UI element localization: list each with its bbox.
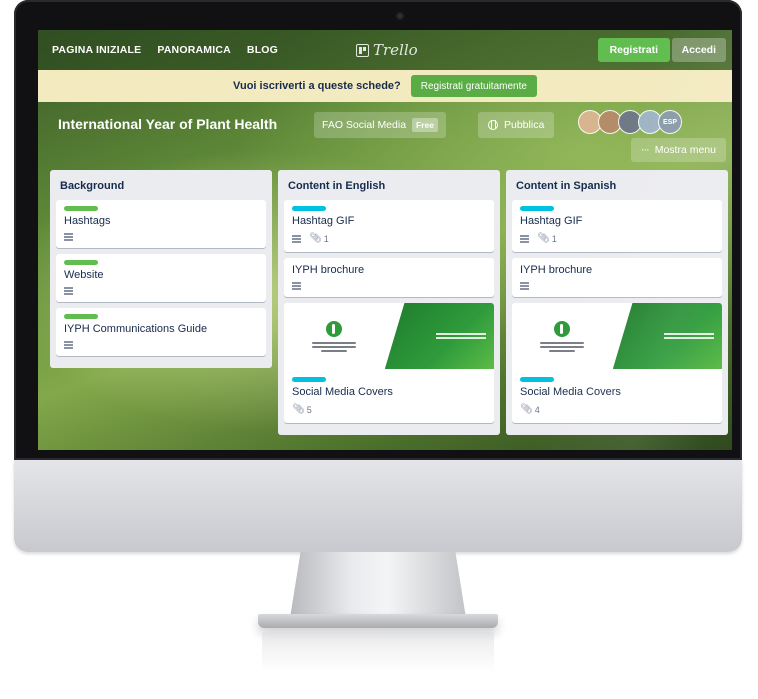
paperclip-icon: 📎︎ xyxy=(292,404,305,415)
card-label xyxy=(520,377,554,382)
description-icon xyxy=(64,233,73,240)
card-title: Website xyxy=(64,269,104,281)
description-icon xyxy=(292,235,301,242)
card-title: IYPH Communications Guide xyxy=(64,323,208,335)
show-menu-button[interactable]: ··· Mostra menu xyxy=(630,138,726,162)
card-label xyxy=(520,206,554,211)
attachment-count: 1 xyxy=(551,233,557,244)
monitor-chin xyxy=(14,460,742,552)
paperclip-icon: 📎︎ xyxy=(309,233,322,244)
attachment-count: 4 xyxy=(534,404,540,415)
trello-board-icon xyxy=(356,43,369,57)
top-nav: PAGINA INIZIALE PANORAMICA BLOG Trello R… xyxy=(38,30,732,70)
list-title[interactable]: Content in English xyxy=(284,170,494,200)
nav-link-overview[interactable]: PANORAMICA xyxy=(157,44,231,56)
register-button[interactable]: Registrati xyxy=(597,38,670,62)
card[interactable]: Social Media Covers 📎︎ 4 xyxy=(512,303,722,423)
description-icon xyxy=(520,235,529,242)
card-title: Social Media Covers xyxy=(292,386,393,398)
description-icon xyxy=(64,287,73,294)
plant-logo-icon xyxy=(326,320,343,337)
nav-link-home[interactable]: PAGINA INIZIALE xyxy=(52,44,141,56)
stand-reflection xyxy=(262,632,494,672)
board-title[interactable]: International Year of Plant Health xyxy=(58,116,277,132)
paperclip-icon: 📎︎ xyxy=(520,404,533,415)
card-cover-image xyxy=(284,303,494,369)
list-content-spanish: Content in Spanish Hashtag GIF 📎︎ 1 IYPH… xyxy=(506,170,728,435)
card-label xyxy=(64,260,98,265)
card-title: Hashtag GIF xyxy=(520,215,583,227)
card-title: Social Media Covers xyxy=(520,386,621,398)
camera-icon xyxy=(396,12,404,20)
board-members: ESP xyxy=(578,110,682,134)
menu-label: Mostra menu xyxy=(654,144,716,156)
team-name: FAO Social Media xyxy=(322,119,407,131)
visibility-label: Pubblica xyxy=(504,119,545,131)
monitor-base xyxy=(258,614,498,628)
more-dots-icon: ··· xyxy=(640,144,650,156)
screen: PAGINA INIZIALE PANORAMICA BLOG Trello R… xyxy=(38,30,732,450)
card[interactable]: IYPH Communications Guide xyxy=(56,308,266,356)
list-content-english: Content in English Hashtag GIF 📎︎ 1 IYPH… xyxy=(278,170,500,435)
trello-logo[interactable]: Trello xyxy=(356,41,418,59)
logo-text: Trello xyxy=(373,41,418,59)
nav-link-blog[interactable]: BLOG xyxy=(247,44,278,56)
card[interactable]: IYPH brochure xyxy=(512,258,722,297)
visibility-button[interactable]: Pubblica xyxy=(478,112,555,138)
attachment-count: 1 xyxy=(323,233,329,244)
card-label xyxy=(64,314,98,319)
card-title: IYPH brochure xyxy=(292,264,365,276)
card[interactable]: IYPH brochure xyxy=(284,258,494,297)
card[interactable]: Social Media Covers 📎︎ 5 xyxy=(284,303,494,423)
list-title[interactable]: Background xyxy=(56,170,266,200)
list-title[interactable]: Content in Spanish xyxy=(512,170,722,200)
signup-free-button[interactable]: Registrati gratuitamente xyxy=(410,75,537,97)
avatar-initials[interactable]: ESP xyxy=(658,110,682,134)
description-icon xyxy=(292,282,301,289)
paperclip-icon: 📎︎ xyxy=(537,233,550,244)
card[interactable]: Website xyxy=(56,254,266,302)
card[interactable]: Hashtag GIF 📎︎ 1 xyxy=(512,200,722,252)
monitor-stand xyxy=(290,552,466,618)
login-button[interactable]: Accedi xyxy=(671,38,726,62)
description-icon xyxy=(520,282,529,289)
card-label xyxy=(64,206,98,211)
card[interactable]: Hashtag GIF 📎︎ 1 xyxy=(284,200,494,252)
card-label xyxy=(292,377,326,382)
attachment-count: 5 xyxy=(306,404,312,415)
card-title: Hashtags xyxy=(64,215,111,227)
plant-logo-icon xyxy=(554,320,571,337)
card-title: Hashtag GIF xyxy=(292,215,355,227)
card-label xyxy=(292,206,326,211)
description-icon xyxy=(64,341,73,348)
globe-icon xyxy=(488,120,498,130)
banner-text: Vuoi iscriverti a queste schede? xyxy=(233,80,401,92)
team-button[interactable]: FAO Social Media Free xyxy=(314,112,447,138)
card-cover-image xyxy=(512,303,722,369)
card[interactable]: Hashtags xyxy=(56,200,266,248)
list-background: Background Hashtags Website IYPH Communi… xyxy=(50,170,272,368)
free-badge: Free xyxy=(412,118,439,132)
signup-banner: Vuoi iscriverti a queste schede? Registr… xyxy=(38,70,732,102)
card-title: IYPH brochure xyxy=(520,264,593,276)
